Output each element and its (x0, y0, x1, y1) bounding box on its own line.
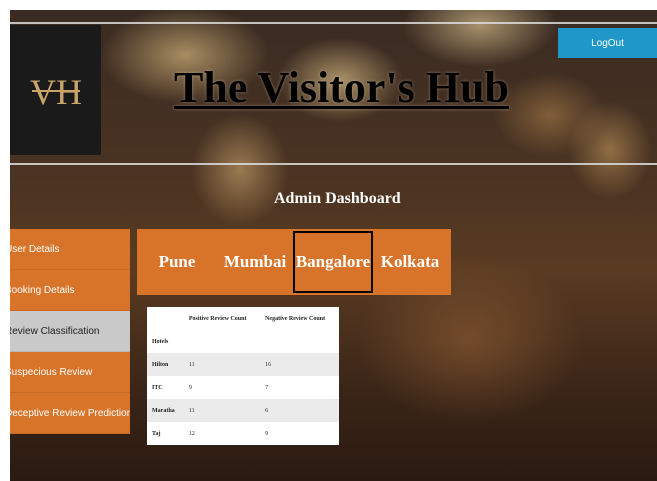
table-group-row: Hotels (147, 330, 339, 353)
tab-kolkata[interactable]: Kolkata (373, 231, 447, 293)
negative-count: 9 (265, 430, 269, 437)
table-row: Taj 12 9 (147, 422, 339, 445)
tab-pune[interactable]: Pune (137, 231, 217, 293)
table-header-cell (147, 307, 184, 330)
hotel-name: Taj (152, 430, 161, 437)
table-row: Maratha 11 6 (147, 399, 339, 422)
table-row: ITC 9 7 (147, 376, 339, 399)
table-header-cell: Negative Review Count (265, 315, 326, 322)
positive-count: 11 (183, 399, 261, 422)
negative-count: 6 (260, 399, 339, 422)
sidebar-item-label: Deceptive Review Prediction (10, 407, 130, 419)
table-header-cell: Positive Review Count (188, 315, 247, 322)
negative-count: 16 (260, 353, 339, 376)
positive-count: 12 (188, 430, 195, 437)
dashboard-title: Admin Dashboard (274, 190, 401, 207)
tab-bangalore[interactable]: Bangalore (293, 231, 373, 293)
city-tabs: Pune Mumbai Bangalore Kolkata (137, 229, 451, 295)
sidebar-item-deceptive-review-prediction[interactable]: Deceptive Review Prediction (10, 393, 130, 434)
tab-mumbai[interactable]: Mumbai (217, 231, 293, 293)
review-count-table: Positive Review Count Negative Review Co… (147, 307, 339, 445)
logo: VH (10, 25, 101, 155)
positive-count: 11 (183, 353, 261, 376)
sidebar-item-label: Suspecious Review (10, 366, 93, 378)
sidebar-item-review-classification[interactable]: Review Classification (10, 311, 130, 352)
sidebar-item-suspecious-review[interactable]: Suspecious Review (10, 352, 130, 393)
site-title: The Visitor's Hub (174, 63, 509, 112)
positive-count: 9 (188, 384, 192, 391)
hotel-name: Hilton (147, 353, 184, 376)
sidebar-item-user-details[interactable]: User Details (10, 229, 130, 270)
hotel-name: ITC (152, 384, 163, 391)
logout-button[interactable]: LogOut (558, 28, 657, 58)
hotel-name: Maratha (147, 399, 184, 422)
sidebar: User Details Booking Details Review Clas… (10, 229, 130, 434)
sidebar-item-label: Review Classification (10, 325, 100, 337)
sidebar-item-booking-details[interactable]: Booking Details (10, 270, 130, 311)
table-group-label: Hotels (152, 338, 169, 345)
header-top-divider (10, 22, 657, 24)
table-row: Hilton 11 16 (147, 353, 339, 376)
table-header-row: Positive Review Count Negative Review Co… (147, 307, 339, 330)
header-bottom-divider (10, 163, 657, 165)
app-frame: VH LogOut The Visitor's Hub Admin Dashbo… (10, 10, 657, 481)
vh-logo-icon: VH (30, 72, 82, 112)
sidebar-item-label: Booking Details (10, 284, 75, 296)
sidebar-item-label: User Details (10, 243, 60, 255)
negative-count: 7 (265, 384, 269, 391)
